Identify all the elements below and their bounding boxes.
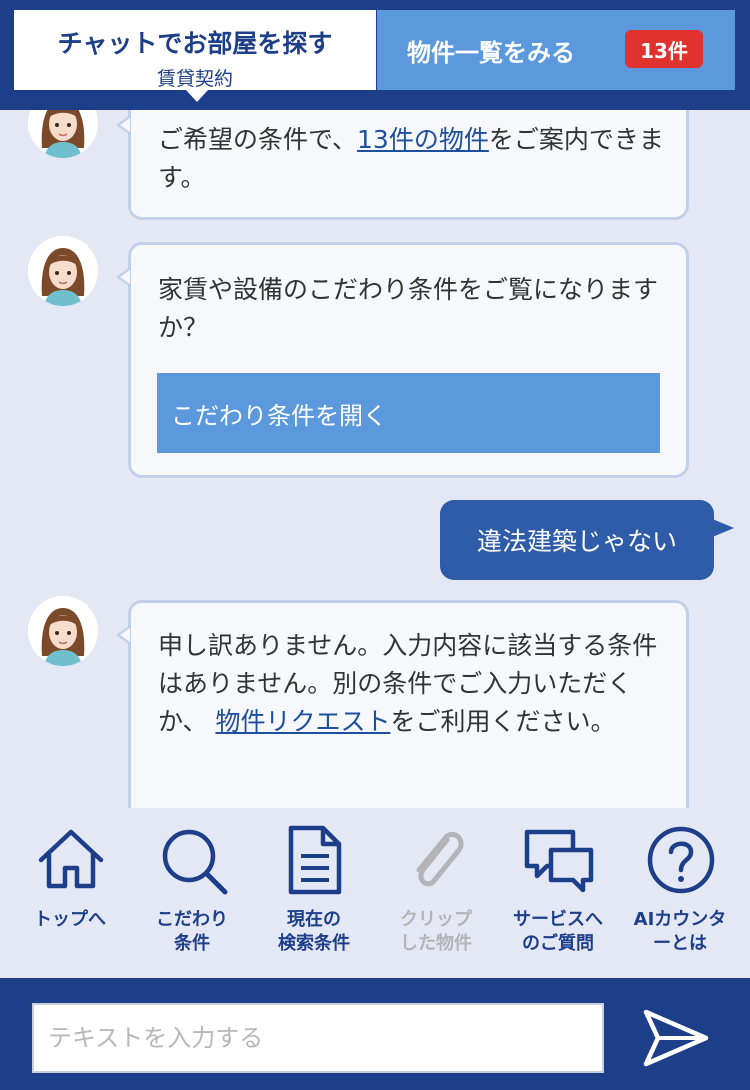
user-message-text: 違法建築じゃない	[476, 527, 677, 556]
message-text: ご希望の条件で、	[158, 125, 358, 154]
bubble-tail	[116, 115, 130, 135]
property-count-link[interactable]: 13件の物件	[357, 125, 489, 154]
agent-avatar	[28, 236, 98, 306]
count-badge: 13件	[625, 30, 703, 68]
nav-label-line: のご質問	[522, 933, 594, 954]
nav-label: トップへ	[9, 908, 131, 932]
nav-label: サービスへ のご質問	[497, 908, 619, 956]
agent-message-1-text: ご希望の条件で、13件の物件をご案内できます。	[158, 121, 668, 197]
nav-label-line: こだわり	[156, 909, 228, 930]
nav-label: AIカウンタ ーとは	[619, 908, 741, 956]
nav-item-preferences[interactable]: こだわり 条件	[131, 808, 253, 978]
header: チャットでお部屋を探す 賃貸契約 物件一覧をみる 13件	[0, 0, 750, 110]
nav-label-line: クリップ	[400, 909, 472, 930]
property-list-button[interactable]: 物件一覧をみる 13件	[377, 10, 735, 90]
home-icon	[38, 829, 104, 889]
message-input[interactable]	[32, 1003, 604, 1073]
chat-bubbles-icon	[524, 829, 594, 893]
question-icon	[647, 826, 715, 894]
nav-item-about-ai[interactable]: AIカウンタ ーとは	[619, 808, 741, 978]
nav-item-top[interactable]: トップへ	[9, 808, 131, 978]
chat-area[interactable]: ご希望の条件で、13件の物件をご案内できます。 家賃や設備のこだわり条件をご覧に…	[0, 0, 750, 808]
nav-item-service-questions[interactable]: サービスへ のご質問	[497, 808, 619, 978]
agent-avatar	[28, 596, 98, 666]
message-text: をご利用ください。	[390, 707, 616, 736]
nav-label: クリップ した物件	[375, 908, 497, 956]
bubble-tail	[710, 518, 734, 538]
nav-label-line: サービスへ	[513, 909, 603, 930]
bottom-nav: トップへ こだわり 条件 現在の 検索条件 クリップ した物件 サービスへ のご…	[0, 808, 750, 978]
bubble-tail	[116, 267, 130, 287]
chat-search-tab[interactable]: チャットでお部屋を探す 賃貸契約	[14, 10, 376, 90]
send-icon[interactable]	[640, 1006, 712, 1070]
nav-label-line: ーとは	[653, 933, 707, 954]
nav-label-line: した物件	[400, 933, 472, 954]
agent-message-2: 家賃や設備のこだわり条件をご覧になりますか？ こだわり条件を開く	[116, 242, 689, 478]
header-subtitle: 賃貸契約	[156, 68, 233, 90]
nav-label-line: 検索条件	[278, 933, 350, 954]
property-request-link[interactable]: 物件リクエスト	[215, 707, 390, 736]
open-preferences-button[interactable]: こだわり条件を開く	[157, 373, 660, 453]
nav-label: 現在の 検索条件	[253, 908, 375, 956]
search-icon	[162, 829, 228, 895]
paperclip-icon	[416, 832, 464, 887]
nav-item-clipped[interactable]: クリップ した物件	[375, 808, 497, 978]
agent-message-3: 申し訳ありません。入力内容に該当する条件はありません。別の条件でご入力いただくか…	[116, 600, 689, 808]
input-bar	[0, 978, 750, 1090]
nav-label: こだわり 条件	[131, 908, 253, 956]
user-message: 違法建築じゃない	[440, 500, 734, 580]
nav-label-line: AIカウンタ	[633, 909, 727, 930]
document-icon	[288, 825, 342, 895]
header-title: チャットでお部屋を探す	[57, 29, 333, 58]
bubble-tail	[116, 625, 130, 645]
nav-item-current-conditions[interactable]: 現在の 検索条件	[253, 808, 375, 978]
agent-message-3-text: 申し訳ありません。入力内容に該当する条件はありません。別の条件でご入力いただくか…	[158, 627, 668, 741]
nav-label-line: 条件	[174, 933, 210, 954]
nav-label-line: トップへ	[34, 909, 106, 930]
nav-label-line: 現在の	[287, 909, 341, 930]
agent-message-2-text: 家賃や設備のこだわり条件をご覧になりますか？	[158, 275, 659, 342]
property-list-label: 物件一覧をみる	[407, 38, 575, 67]
tab-caret	[186, 90, 208, 102]
